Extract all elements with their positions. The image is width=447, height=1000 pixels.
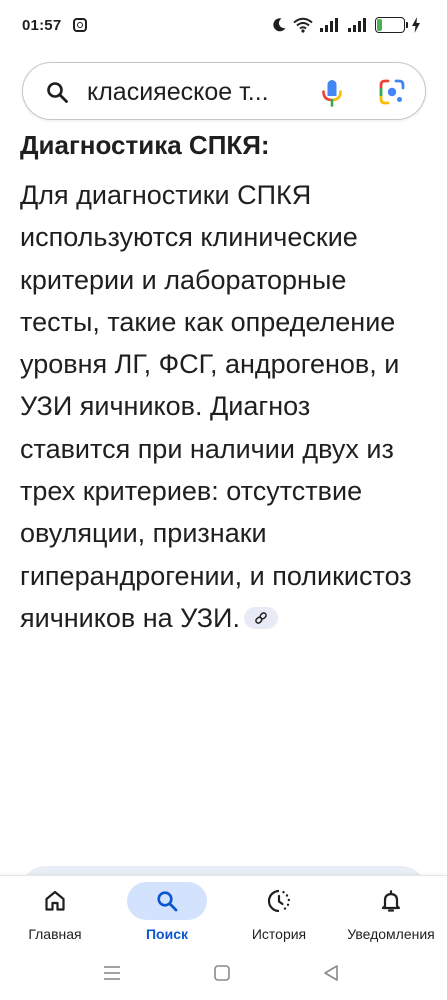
search-icon [157,891,178,912]
signal-icon [348,18,366,32]
bottom-navigation: Главная Поиск История Уведомления [0,875,447,950]
nav-item-notifications[interactable]: Уведомления [341,876,441,951]
search-icon[interactable] [45,80,69,104]
status-time: 01:57 [22,17,62,34]
signal-icon [320,18,338,32]
nav-label-home: Главная [28,926,82,942]
battery-level: 19 [384,19,396,30]
back-triangle-icon[interactable] [322,964,340,982]
source-link-button[interactable] [243,606,278,629]
status-icons: 19 [271,14,421,36]
nav-item-history[interactable]: История [239,876,319,951]
nav-label-notifications: Уведомления [347,926,435,942]
nav-label-search: Поиск [145,926,188,942]
status-bar: 01:57 19 [0,0,447,52]
instagram-icon [73,18,87,32]
nav-item-search[interactable]: Поиск [127,876,207,951]
article-body-text: Для диагностики СПКЯ используются клинич… [20,180,412,633]
nav-icon-container [239,882,319,920]
bell-icon [381,890,401,912]
wifi-icon [293,17,313,33]
section-heading: Диагностика СПКЯ: [20,130,270,160]
search-bar[interactable]: класияеское т... [22,62,426,120]
nav-label-history: История [251,926,307,942]
search-input[interactable]: класияеское т... [87,78,269,107]
moon-icon [273,18,286,32]
nav-icon-container [15,882,95,920]
system-navigation-bar [0,950,447,1000]
nav-item-home[interactable]: Главная [15,876,95,951]
article-paragraph: Для диагностики СПКЯ используются клинич… [20,174,425,639]
nav-icon-container-active [127,882,207,920]
mic-icon[interactable] [321,79,343,107]
menu-icon[interactable] [102,964,122,982]
home-square-icon[interactable] [213,964,231,982]
history-icon [267,889,290,913]
link-icon [255,612,267,624]
battery-icon: 19 [375,17,408,33]
charging-icon [412,17,420,33]
nav-icon-container [351,882,431,920]
home-icon [45,890,65,911]
google-lens-icon[interactable] [379,79,405,105]
article-content: Диагностика СПКЯ: Для диагностики СПКЯ и… [20,128,430,639]
